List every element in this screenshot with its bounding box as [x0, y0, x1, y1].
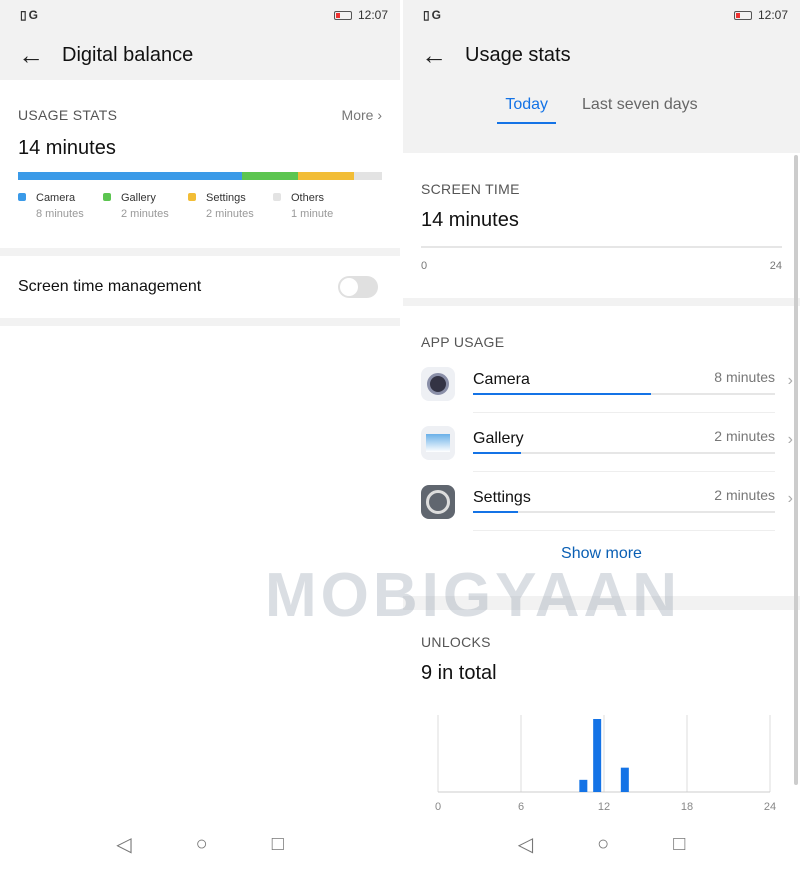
app-usage-value: 2 minutes: [714, 487, 775, 503]
notification-icons: ▯G: [20, 8, 40, 22]
x-tick-label: 24: [764, 801, 776, 813]
navigation-bar: ◁ ○ □: [0, 817, 400, 872]
x-tick-label: 6: [518, 801, 524, 813]
chevron-right-icon: ›: [787, 372, 793, 389]
unlock-bar: [620, 767, 629, 792]
legend-label: Others: [291, 192, 325, 204]
tab-today[interactable]: Today: [497, 90, 557, 124]
more-link[interactable]: More ›: [342, 107, 382, 123]
app-name: Settings: [473, 489, 531, 506]
usage-segment-others: [354, 172, 382, 180]
screen-time-total: 14 minutes: [421, 209, 519, 231]
legend-item: Camera 8 minutes: [18, 192, 103, 220]
section-title: APP USAGE: [421, 334, 505, 350]
management-label: Screen time management: [18, 278, 202, 295]
battery-icon: [333, 11, 352, 21]
navigation-bar: ◁ ○ □: [403, 817, 800, 872]
section-title: SCREEN TIME: [421, 181, 520, 197]
app-usage-bar: [473, 511, 775, 513]
nav-home-icon[interactable]: ○: [196, 833, 208, 856]
more-label: More: [341, 107, 374, 123]
nav-home-icon[interactable]: ○: [597, 833, 609, 856]
section-title: UNLOCKS: [421, 634, 491, 650]
usage-stats-screen: ▯G 12:07 ← Usage stats Today Last seven …: [403, 0, 800, 872]
app-name: Camera: [473, 371, 530, 388]
screen-time-management-row[interactable]: Screen time management: [0, 256, 400, 318]
legend-label: Gallery: [121, 192, 156, 204]
app-name: Gallery: [473, 430, 524, 447]
page-title: Usage stats: [465, 43, 571, 66]
legend-value: 2 minutes: [206, 208, 254, 220]
back-arrow-icon[interactable]: ←: [421, 40, 465, 71]
back-arrow-icon[interactable]: ←: [18, 40, 62, 71]
x-tick-label: 12: [598, 801, 610, 813]
clock: 12:07: [757, 8, 788, 22]
app-bar: ← Usage stats: [403, 30, 800, 80]
total-usage: 14 minutes: [18, 137, 116, 159]
usage-segment-camera: [18, 172, 242, 180]
status-bar: ▯G 12:07: [0, 0, 400, 30]
x-tick-label: 0: [435, 801, 441, 813]
app-row-camera[interactable]: Camera 8 minutes ›: [403, 354, 800, 413]
chevron-right-icon: ›: [377, 107, 382, 123]
usage-segment-gallery: [242, 172, 298, 180]
legend-item: Others 1 minute: [273, 192, 358, 220]
unlock-bar: [579, 779, 588, 792]
battery-icon: [733, 11, 752, 21]
app-bar: ← Digital balance: [0, 30, 400, 80]
legend-label: Settings: [206, 192, 246, 204]
legend-item: Gallery 2 minutes: [103, 192, 188, 220]
settings-icon: [421, 484, 455, 519]
nav-back-icon[interactable]: ◁: [518, 832, 533, 857]
usage-bar: [18, 172, 382, 180]
app-usage-value: 2 minutes: [714, 428, 775, 444]
tab-bar: Today Last seven days: [403, 80, 800, 153]
digital-balance-screen: ▯G 12:07 ← Digital balance USAGE STATS M…: [0, 0, 400, 872]
legend-item: Settings 2 minutes: [188, 192, 273, 220]
management-toggle[interactable]: [338, 276, 378, 298]
gallery-icon: [421, 425, 455, 460]
usage-legend: Camera 8 minutes Gallery 2 minutes Settings 2…: [0, 192, 400, 220]
camera-icon: [421, 366, 455, 401]
section-title: USAGE STATS: [18, 107, 118, 123]
axis-end: 24: [769, 260, 782, 272]
status-bar: ▯G 12:07: [403, 0, 800, 30]
app-row-gallery[interactable]: Gallery 2 minutes ›: [403, 413, 800, 472]
legend-dot: [103, 193, 111, 201]
legend-value: 2 minutes: [121, 208, 169, 220]
screen-time-track: [421, 246, 782, 248]
nav-back-icon[interactable]: ◁: [116, 832, 131, 857]
legend-dot: [188, 193, 196, 201]
app-usage-card: APP USAGE Camera 8 minutes › Gallery 2 minut…: [403, 306, 800, 596]
watermark: MOBIGYAAN: [265, 561, 682, 630]
legend-value: 8 minutes: [36, 208, 84, 220]
app-usage-bar: [473, 393, 775, 395]
nav-recents-icon[interactable]: □: [272, 833, 284, 856]
chevron-right-icon: ›: [787, 490, 793, 507]
legend-value: 1 minute: [291, 208, 334, 220]
notification-icons: ▯G: [423, 8, 443, 22]
page-title: Digital balance: [62, 43, 194, 66]
nav-recents-icon[interactable]: □: [673, 833, 685, 856]
app-usage-bar: [473, 452, 775, 454]
legend-dot: [273, 193, 281, 201]
app-usage-value: 8 minutes: [714, 369, 775, 385]
clock: 12:07: [357, 8, 388, 22]
legend-dot: [18, 193, 26, 201]
chevron-right-icon: ›: [787, 431, 793, 448]
tab-last-seven-days[interactable]: Last seven days: [574, 90, 706, 124]
unlock-bar: [593, 719, 602, 792]
screen-time-card: SCREEN TIME 14 minutes 0 24: [403, 153, 800, 298]
unlocks-chart: 0 6 12 18 24: [435, 715, 776, 813]
usage-segment-settings: [298, 172, 354, 180]
scrollbar[interactable]: [794, 155, 798, 785]
legend-label: Camera: [36, 192, 76, 204]
axis-start: 0: [421, 260, 428, 272]
unlocks-total: 9 in total: [421, 662, 497, 684]
x-tick-label: 18: [681, 801, 693, 813]
app-row-settings[interactable]: Settings 2 minutes ›: [403, 472, 800, 531]
usage-stats-card[interactable]: USAGE STATS More › 14 minutes Camera 8 mi…: [0, 80, 400, 248]
